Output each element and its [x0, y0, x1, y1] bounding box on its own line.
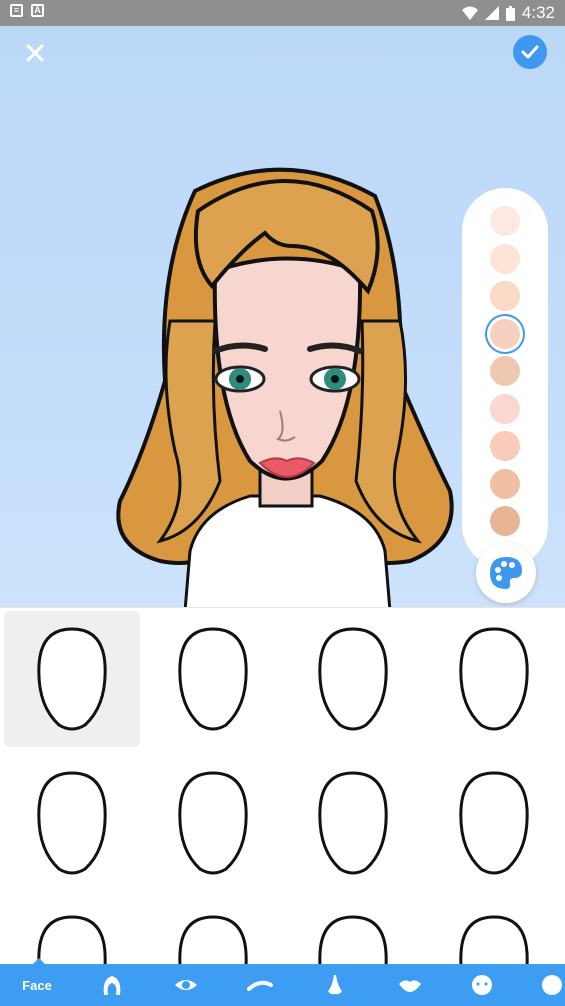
avatar-stage	[0, 26, 565, 607]
notification-icon: ≡	[10, 4, 23, 17]
palette-icon	[490, 557, 522, 589]
face-shape-option[interactable]	[145, 755, 281, 891]
face-outline-icon	[458, 627, 529, 731]
tab-nose[interactable]	[315, 964, 355, 1006]
signal-icon	[484, 6, 499, 20]
lips-icon	[399, 980, 421, 992]
skin-swatch[interactable]	[490, 431, 520, 461]
hair-icon	[103, 976, 121, 995]
tab-head[interactable]	[462, 964, 502, 1006]
face-outline-icon	[37, 771, 107, 875]
face-shape-option[interactable]	[285, 755, 421, 891]
status-time: 4:32	[521, 3, 555, 22]
eyebrow-icon	[247, 980, 273, 991]
head-icon	[472, 975, 492, 995]
skin-swatch[interactable]	[490, 206, 520, 236]
skin-swatch[interactable]	[490, 468, 520, 499]
skin-color-palette	[462, 188, 548, 568]
app-notification-icon: A	[31, 4, 44, 17]
tab-more[interactable]	[535, 964, 565, 1006]
face-outline-icon	[177, 771, 248, 875]
battery-icon	[505, 5, 515, 21]
face-shape-option[interactable]	[145, 611, 281, 747]
skin-swatch[interactable]	[490, 393, 520, 424]
tab-face[interactable]: Face	[14, 964, 60, 1006]
tab-hair[interactable]	[92, 964, 132, 1006]
face-shape-option[interactable]	[145, 899, 281, 965]
close-icon[interactable]	[20, 38, 50, 68]
bottom-nav: Face	[0, 958, 565, 1006]
wifi-icon	[461, 6, 478, 20]
face-shape-option[interactable]	[426, 899, 562, 965]
confirm-button[interactable]	[513, 35, 547, 69]
tab-face-label: Face	[22, 977, 52, 993]
face-shape-grid	[0, 607, 565, 965]
face-shape-option[interactable]	[4, 611, 140, 747]
face-outline-icon	[318, 915, 388, 965]
face-outline-icon	[458, 771, 529, 875]
check-icon	[521, 45, 539, 59]
face-shape-option[interactable]	[285, 899, 421, 965]
eye-icon	[175, 980, 197, 990]
face-shape-option[interactable]	[4, 755, 140, 891]
more-icon	[542, 975, 562, 995]
nose-icon	[328, 975, 342, 995]
face-shape-option[interactable]	[426, 611, 562, 747]
face-shape-option[interactable]	[4, 899, 140, 965]
status-bar: ≡ A 4:32	[0, 0, 565, 26]
skin-swatch[interactable]	[490, 356, 520, 386]
avatar-preview	[116, 167, 454, 607]
skin-swatch[interactable]	[490, 506, 520, 536]
face-outline-icon	[177, 915, 248, 965]
face-outline-icon	[318, 627, 388, 731]
skin-swatch[interactable]	[490, 318, 520, 349]
skin-swatch[interactable]	[490, 243, 520, 274]
face-outline-icon	[318, 771, 388, 875]
face-shape-option[interactable]	[285, 611, 421, 747]
tab-eyebrows[interactable]	[240, 964, 280, 1006]
tab-eyes[interactable]	[166, 964, 206, 1006]
skin-swatch[interactable]	[490, 281, 520, 311]
face-shape-option[interactable]	[426, 755, 562, 891]
tab-lips[interactable]	[390, 964, 430, 1006]
face-outline-icon	[37, 627, 107, 731]
face-outline-icon	[458, 915, 529, 965]
face-outline-icon	[177, 627, 248, 731]
color-palette-button[interactable]	[476, 543, 536, 603]
